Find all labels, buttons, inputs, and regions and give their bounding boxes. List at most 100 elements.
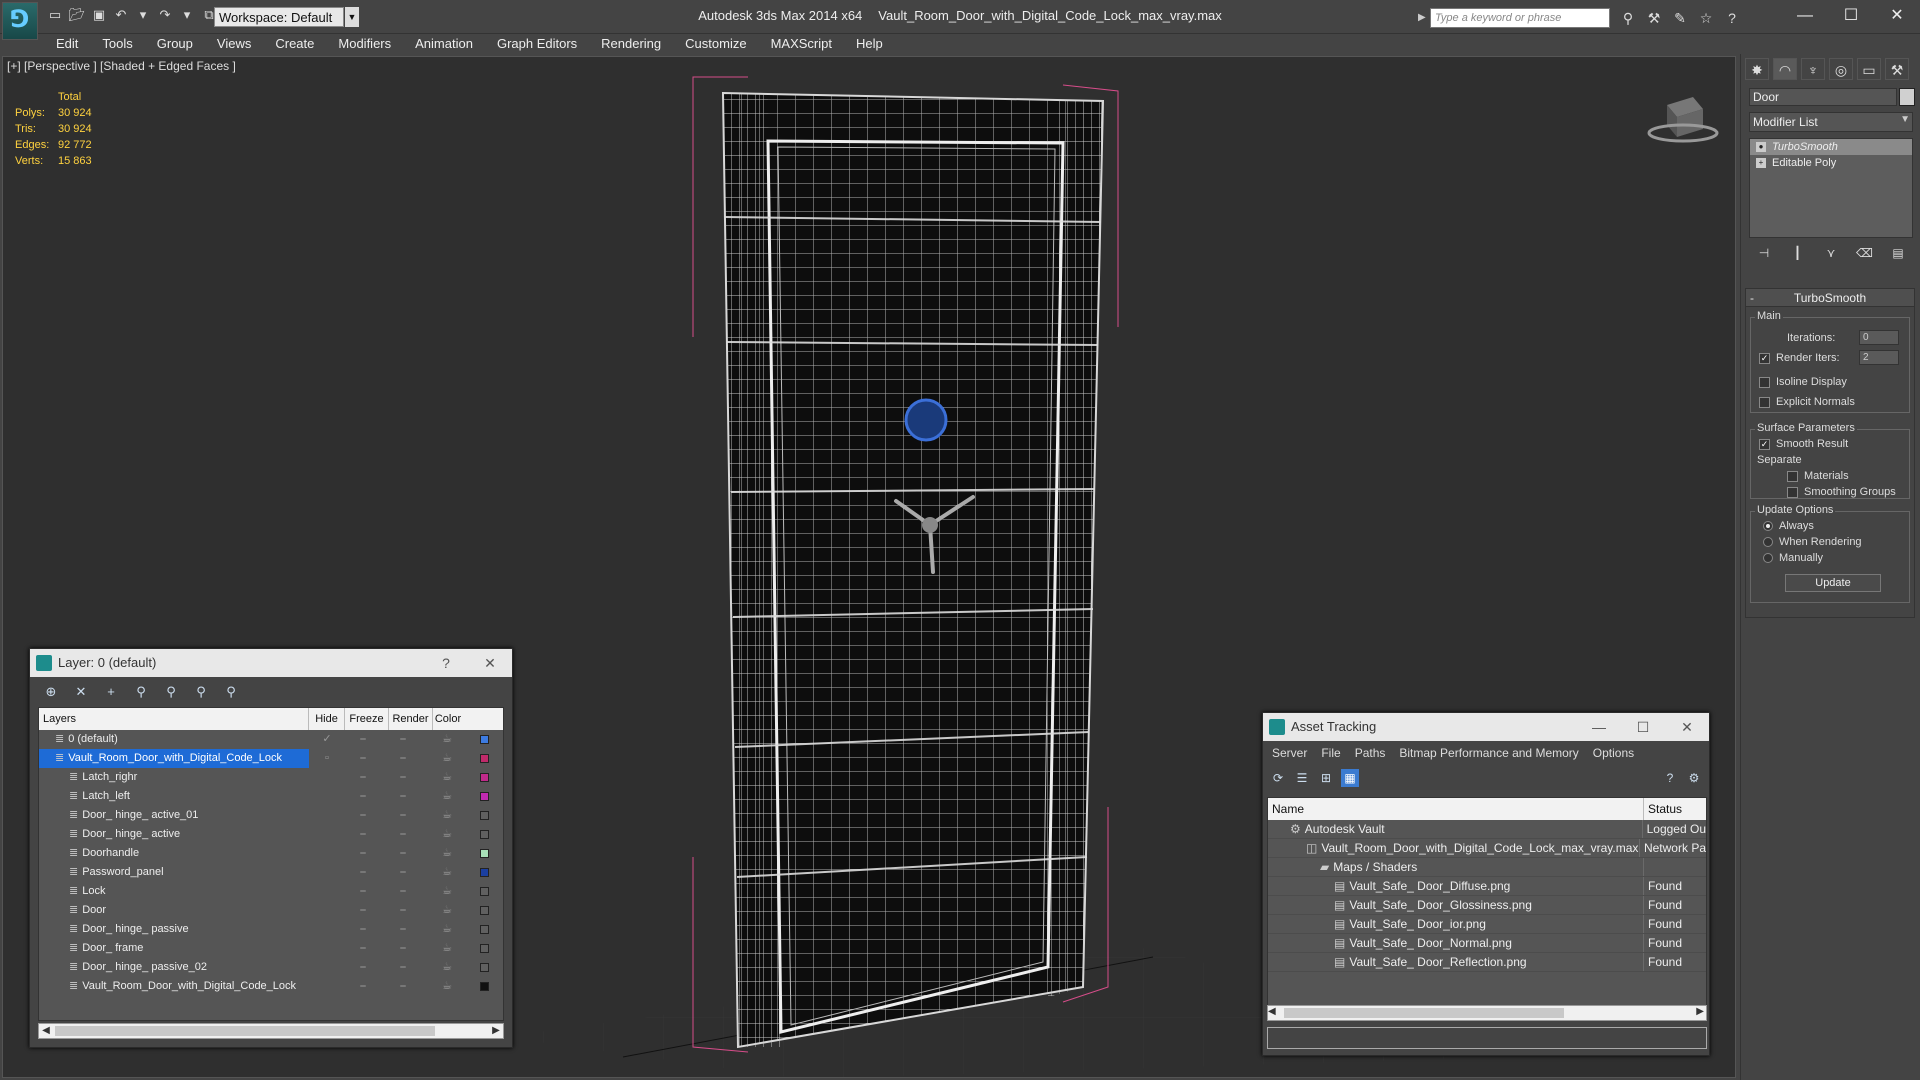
hide-dash-icon[interactable]: ⎯	[345, 901, 381, 920]
color-swatch-cell[interactable]	[469, 977, 499, 996]
asset-row[interactable]: ⚙ Autodesk Vault Logged Ou	[1268, 820, 1706, 839]
menu-maxscript[interactable]: MAXScript	[759, 34, 844, 54]
refresh-icon[interactable]: ⟳	[1269, 769, 1287, 787]
render-teapot-icon[interactable]: ☕︎	[425, 958, 469, 977]
hide-dash-icon[interactable]: ⎯	[345, 825, 381, 844]
col-render[interactable]: Render	[389, 708, 433, 730]
asset-options-icon[interactable]: ⚙	[1685, 769, 1703, 787]
table-view-icon[interactable]: ▦	[1341, 769, 1359, 787]
iterations-spinner[interactable]: 0	[1859, 330, 1899, 345]
menu-graph-editors[interactable]: Graph Editors	[485, 34, 589, 54]
hide-dash-icon[interactable]: ⎯	[345, 863, 381, 882]
layer-name-cell[interactable]: ≣ Doorhandle	[39, 844, 309, 863]
layer-color-swatch[interactable]	[479, 810, 489, 820]
hide-dash-icon[interactable]: ⎯	[345, 882, 381, 901]
asset-name-cell[interactable]: ▤ Vault_Safe_ Door_Diffuse.png	[1268, 877, 1644, 895]
hide-toggle[interactable]	[309, 787, 345, 806]
layer-name-cell[interactable]: ≣ Door	[39, 901, 309, 920]
color-swatch-cell[interactable]	[469, 920, 499, 939]
layer-color-swatch[interactable]	[479, 962, 489, 972]
manually-radio[interactable]	[1763, 553, 1773, 564]
render-teapot-icon[interactable]: ☕︎	[425, 768, 469, 787]
make-unique-icon[interactable]: ⋎	[1822, 246, 1840, 264]
hide-dash-icon[interactable]: ⎯	[345, 920, 381, 939]
always-radio[interactable]	[1763, 521, 1773, 532]
scroll-left-icon[interactable]: ◀	[39, 1024, 53, 1038]
layer-color-swatch[interactable]	[479, 829, 489, 839]
layer-name-cell[interactable]: ≣ Latch_left	[39, 787, 309, 806]
pin-stack-icon[interactable]: ⊣	[1755, 246, 1773, 264]
layer-row[interactable]: ≣ Lock ⎯ ⎯ ☕︎	[39, 882, 503, 901]
communication-icon[interactable]: ✎	[1670, 8, 1690, 28]
render-teapot-icon[interactable]: ☕︎	[425, 730, 469, 749]
freeze-dash-icon[interactable]: ⎯	[381, 901, 425, 920]
menu-help[interactable]: Help	[844, 34, 895, 54]
object-color-swatch[interactable]	[1899, 88, 1915, 106]
asset-menu-server[interactable]: Server	[1265, 741, 1314, 765]
hide-toggle[interactable]	[309, 825, 345, 844]
help-icon[interactable]: ?	[1722, 8, 1742, 28]
col-name[interactable]: Name	[1268, 798, 1644, 820]
menu-edit[interactable]: Edit	[44, 34, 90, 54]
layer-row[interactable]: ≣ Password_panel ⎯ ⎯ ☕︎	[39, 863, 503, 882]
create-layer-icon[interactable]: ⊕	[40, 683, 62, 701]
menu-group[interactable]: Group	[145, 34, 205, 54]
hide-toggle[interactable]	[309, 882, 345, 901]
layer-color-swatch[interactable]	[479, 753, 489, 763]
asset-row[interactable]: ◫ Vault_Room_Door_with_Digital_Code_Lock_…	[1268, 839, 1706, 858]
hide-toggle[interactable]	[309, 768, 345, 787]
viewcube-icon[interactable]	[1647, 97, 1719, 143]
asset-tracking-titlebar[interactable]: Asset Tracking — ☐ ✕	[1263, 713, 1709, 741]
asset-name-cell[interactable]: ◫ Vault_Room_Door_with_Digital_Code_Lock_…	[1268, 839, 1640, 857]
layer-name-cell[interactable]: ≣ Latch_righr	[39, 768, 309, 787]
hide-dash-icon[interactable]: ⎯	[345, 806, 381, 825]
scroll-right-icon[interactable]: ▶	[489, 1024, 503, 1038]
render-teapot-icon[interactable]: ☕︎	[425, 787, 469, 806]
layer-row[interactable]: ≣ Latch_left ⎯ ⎯ ☕︎	[39, 787, 503, 806]
viewport-label[interactable]: [+] [Perspective ] [Shaded + Edged Faces…	[7, 59, 236, 73]
hide-toggle[interactable]: ▫	[309, 749, 345, 768]
asset-name-cell[interactable]: ▤ Vault_Safe_ Door_Glossiness.png	[1268, 896, 1644, 914]
color-swatch-cell[interactable]	[469, 825, 499, 844]
highlight-icon[interactable]: ⚲	[160, 683, 182, 701]
hide-toggle[interactable]	[309, 901, 345, 920]
freeze-dash-icon[interactable]: ⎯	[381, 825, 425, 844]
render-teapot-icon[interactable]: ☕︎	[425, 863, 469, 882]
hide-dash-icon[interactable]: ⎯	[345, 939, 381, 958]
asset-name-cell[interactable]: ▤ Vault_Safe_ Door_ior.png	[1268, 915, 1644, 933]
stack-item-turbosmooth[interactable]: ● TurboSmooth	[1750, 139, 1912, 155]
render-iters-checkbox[interactable]: ✓	[1759, 352, 1770, 364]
layer-color-swatch[interactable]	[479, 867, 489, 877]
update-button[interactable]: Update	[1785, 574, 1881, 592]
hide-dash-icon[interactable]: ⎯	[345, 977, 381, 996]
close-icon[interactable]: ✕	[1665, 713, 1709, 741]
render-teapot-icon[interactable]: ☕︎	[425, 825, 469, 844]
layer-horizontal-scrollbar[interactable]: ◀ ▶	[38, 1023, 504, 1039]
freeze-dash-icon[interactable]: ⎯	[381, 920, 425, 939]
hierarchy-tab-icon[interactable]: ♆	[1801, 58, 1825, 80]
asset-row[interactable]: ▤ Vault_Safe_ Door_Glossiness.png Found	[1268, 896, 1706, 915]
menu-customize[interactable]: Customize	[673, 34, 758, 54]
layer-name-cell[interactable]: ≣ Vault_Room_Door_with_Digital_Code_Lock	[39, 977, 309, 996]
render-teapot-icon[interactable]: ☕︎	[425, 806, 469, 825]
remove-modifier-icon[interactable]: ⌫	[1856, 246, 1874, 264]
freeze-all-icon[interactable]: ⚲	[220, 683, 242, 701]
close-icon[interactable]: ✕	[468, 649, 512, 677]
materials-checkbox[interactable]	[1787, 470, 1798, 482]
layer-row[interactable]: ≣ Door_ hinge_ passive_02 ⎯ ⎯ ☕︎	[39, 958, 503, 977]
menu-rendering[interactable]: Rendering	[589, 34, 673, 54]
freeze-dash-icon[interactable]: ⎯	[381, 730, 425, 749]
asset-name-cell[interactable]: ▤ Vault_Safe_ Door_Reflection.png	[1268, 953, 1644, 971]
asset-name-cell[interactable]: ▤ Vault_Safe_ Door_Normal.png	[1268, 934, 1644, 952]
color-swatch-cell[interactable]	[469, 730, 499, 749]
layer-manager-titlebar[interactable]: Layer: 0 (default) ? ✕	[30, 649, 512, 677]
asset-row[interactable]: ▤ Vault_Safe_ Door_ior.png Found	[1268, 915, 1706, 934]
hide-toggle[interactable]	[309, 939, 345, 958]
col-color[interactable]: Color	[433, 708, 463, 730]
asset-horizontal-scrollbar[interactable]: ◀ ▶	[1267, 1005, 1707, 1021]
layer-row[interactable]: ≣ Door ⎯ ⎯ ☕︎	[39, 901, 503, 920]
asset-menu-bitmap[interactable]: Bitmap Performance and Memory	[1392, 741, 1585, 765]
scroll-right-icon[interactable]: ▶	[1696, 1006, 1704, 1017]
hide-toggle[interactable]	[309, 844, 345, 863]
tree-view-icon[interactable]: ⊞	[1317, 769, 1335, 787]
